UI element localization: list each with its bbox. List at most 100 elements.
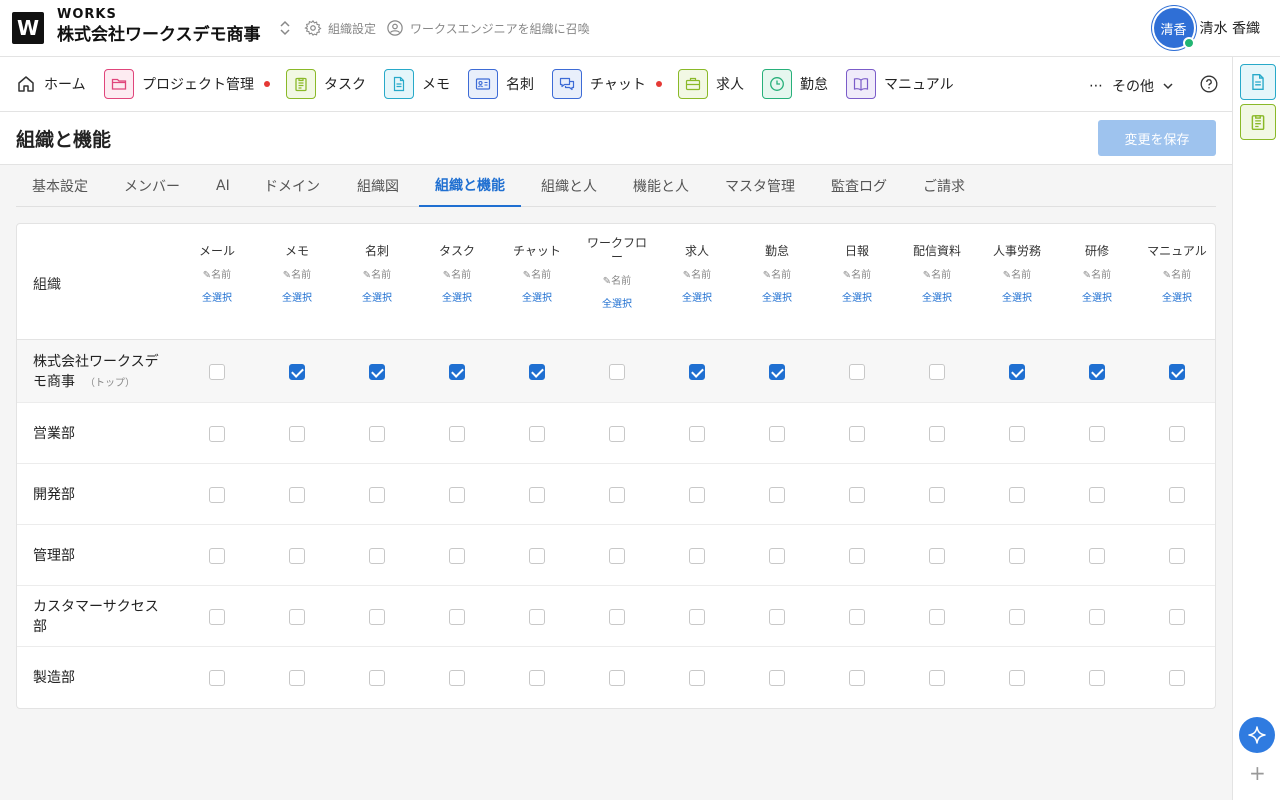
rename-column-button[interactable]: ✎名前 bbox=[737, 266, 817, 281]
feature-checkbox[interactable] bbox=[209, 363, 225, 380]
feature-checkbox[interactable] bbox=[529, 486, 545, 503]
tab-master[interactable]: マスタ管理 bbox=[709, 165, 811, 207]
feature-checkbox[interactable] bbox=[1009, 425, 1025, 442]
feature-checkbox[interactable] bbox=[1089, 363, 1105, 380]
feature-checkbox[interactable] bbox=[529, 670, 545, 686]
select-all-link[interactable]: 全選択 bbox=[337, 289, 417, 304]
feature-checkbox[interactable] bbox=[289, 486, 305, 503]
feature-checkbox[interactable] bbox=[289, 363, 305, 380]
select-all-link[interactable]: 全選択 bbox=[897, 289, 977, 304]
feature-checkbox[interactable] bbox=[1169, 608, 1185, 625]
select-all-link[interactable]: 全選択 bbox=[417, 289, 497, 304]
nav-more[interactable]: ⋯ その他 bbox=[1089, 76, 1174, 96]
feature-checkbox[interactable] bbox=[369, 608, 385, 625]
feature-checkbox[interactable] bbox=[689, 486, 705, 503]
select-all-link[interactable]: 全選択 bbox=[257, 289, 337, 304]
feature-checkbox[interactable] bbox=[609, 363, 625, 380]
feature-checkbox[interactable] bbox=[1169, 363, 1185, 380]
feature-checkbox[interactable] bbox=[689, 547, 705, 564]
select-all-link[interactable]: 全選択 bbox=[1137, 289, 1215, 304]
feature-checkbox[interactable] bbox=[449, 670, 465, 686]
feature-checkbox[interactable] bbox=[289, 608, 305, 625]
nav-attendance[interactable]: 勤怠 bbox=[762, 69, 828, 99]
feature-checkbox[interactable] bbox=[449, 547, 465, 564]
rename-column-button[interactable]: ✎名前 bbox=[897, 266, 977, 281]
select-all-link[interactable]: 全選択 bbox=[177, 289, 257, 304]
rename-column-button[interactable]: ✎名前 bbox=[257, 266, 337, 281]
tab-members[interactable]: メンバー bbox=[108, 165, 196, 207]
rename-column-button[interactable]: ✎名前 bbox=[417, 266, 497, 281]
feature-checkbox[interactable] bbox=[689, 670, 705, 686]
select-all-link[interactable]: 全選択 bbox=[577, 295, 657, 310]
nav-project[interactable]: プロジェクト管理 bbox=[104, 69, 270, 99]
tab-billing[interactable]: ご請求 bbox=[907, 165, 981, 207]
feature-checkbox[interactable] bbox=[769, 486, 785, 503]
feature-checkbox[interactable] bbox=[609, 670, 625, 686]
feature-checkbox[interactable] bbox=[529, 425, 545, 442]
feature-checkbox[interactable] bbox=[769, 670, 785, 686]
feature-checkbox[interactable] bbox=[1009, 363, 1025, 380]
feature-checkbox[interactable] bbox=[1169, 547, 1185, 564]
tab-audit-log[interactable]: 監査ログ bbox=[815, 165, 903, 207]
feature-checkbox[interactable] bbox=[929, 363, 945, 380]
feature-checkbox[interactable] bbox=[929, 486, 945, 503]
feature-checkbox[interactable] bbox=[369, 670, 385, 686]
feature-checkbox[interactable] bbox=[449, 425, 465, 442]
rename-column-button[interactable]: ✎名前 bbox=[497, 266, 577, 281]
feature-checkbox[interactable] bbox=[449, 608, 465, 625]
feature-checkbox[interactable] bbox=[609, 608, 625, 625]
rename-column-button[interactable]: ✎名前 bbox=[337, 266, 417, 281]
tab-ai[interactable]: AI bbox=[200, 165, 246, 207]
feature-checkbox[interactable] bbox=[1089, 608, 1105, 625]
feature-checkbox[interactable] bbox=[369, 363, 385, 380]
tab-org-chart[interactable]: 組織図 bbox=[341, 165, 415, 207]
feature-checkbox[interactable] bbox=[1089, 425, 1105, 442]
rename-column-button[interactable]: ✎名前 bbox=[177, 266, 257, 281]
feature-checkbox[interactable] bbox=[769, 425, 785, 442]
feature-checkbox[interactable] bbox=[1009, 547, 1025, 564]
feature-checkbox[interactable] bbox=[689, 363, 705, 380]
rail-memo-button[interactable] bbox=[1240, 64, 1276, 100]
feature-checkbox[interactable] bbox=[369, 547, 385, 564]
ai-assistant-button[interactable] bbox=[1239, 717, 1275, 753]
nav-business-card[interactable]: 名刺 bbox=[468, 69, 534, 99]
feature-checkbox[interactable] bbox=[849, 608, 865, 625]
user-menu[interactable]: 清香 清水 香織 bbox=[1153, 8, 1260, 49]
feature-checkbox[interactable] bbox=[689, 425, 705, 442]
feature-checkbox[interactable] bbox=[1089, 670, 1105, 686]
nav-recruit[interactable]: 求人 bbox=[678, 69, 744, 99]
select-all-link[interactable]: 全選択 bbox=[977, 289, 1057, 304]
feature-checkbox[interactable] bbox=[369, 425, 385, 442]
chevron-updown-icon[interactable] bbox=[277, 19, 293, 37]
rename-column-button[interactable]: ✎名前 bbox=[977, 266, 1057, 281]
nav-task[interactable]: タスク bbox=[286, 69, 366, 99]
feature-checkbox[interactable] bbox=[929, 425, 945, 442]
help-icon[interactable] bbox=[1200, 75, 1218, 93]
feature-checkbox[interactable] bbox=[609, 486, 625, 503]
feature-checkbox[interactable] bbox=[849, 670, 865, 686]
feature-checkbox[interactable] bbox=[849, 363, 865, 380]
rename-column-button[interactable]: ✎名前 bbox=[1057, 266, 1137, 281]
feature-checkbox[interactable] bbox=[689, 608, 705, 625]
tab-domain[interactable]: ドメイン bbox=[248, 165, 336, 207]
feature-checkbox[interactable] bbox=[769, 547, 785, 564]
rename-column-button[interactable]: ✎名前 bbox=[577, 272, 657, 287]
select-all-link[interactable]: 全選択 bbox=[817, 289, 897, 304]
nav-memo[interactable]: メモ bbox=[384, 69, 450, 99]
feature-checkbox[interactable] bbox=[849, 547, 865, 564]
select-all-link[interactable]: 全選択 bbox=[497, 289, 577, 304]
feature-checkbox[interactable] bbox=[289, 547, 305, 564]
nav-home[interactable]: ホーム bbox=[16, 69, 86, 99]
feature-checkbox[interactable] bbox=[449, 363, 465, 380]
nav-chat[interactable]: チャット bbox=[552, 69, 662, 99]
feature-checkbox[interactable] bbox=[1089, 547, 1105, 564]
select-all-link[interactable]: 全選択 bbox=[657, 289, 737, 304]
feature-checkbox[interactable] bbox=[1009, 486, 1025, 503]
rename-column-button[interactable]: ✎名前 bbox=[817, 266, 897, 281]
feature-checkbox[interactable] bbox=[289, 670, 305, 686]
rename-column-button[interactable]: ✎名前 bbox=[657, 266, 737, 281]
feature-checkbox[interactable] bbox=[209, 547, 225, 564]
feature-checkbox[interactable] bbox=[529, 547, 545, 564]
nav-manual[interactable]: マニュアル bbox=[846, 69, 954, 99]
feature-checkbox[interactable] bbox=[529, 363, 545, 380]
